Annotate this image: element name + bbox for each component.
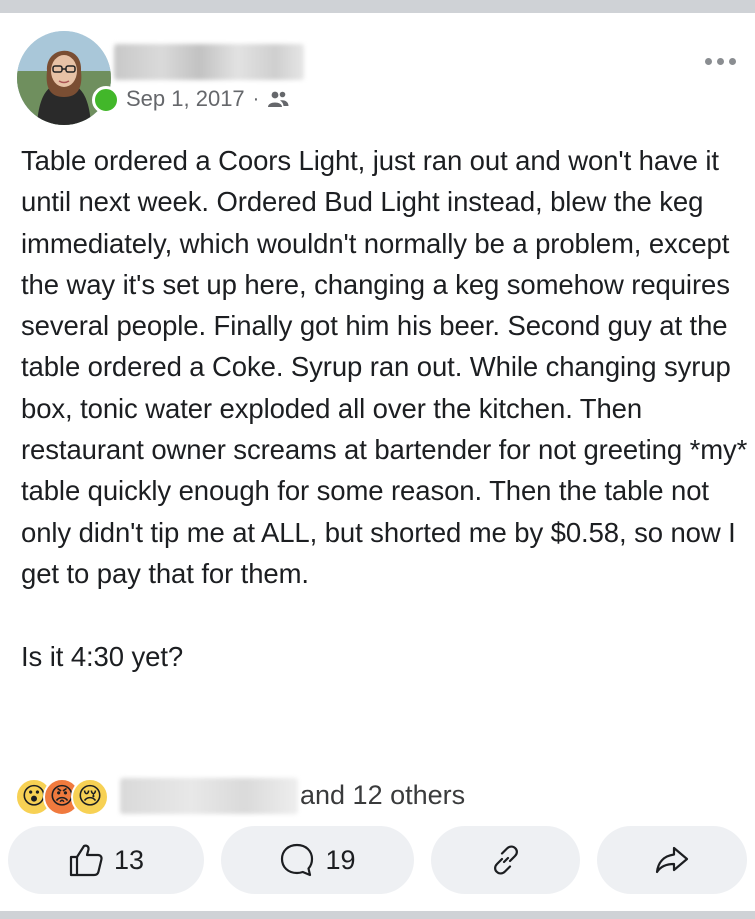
friends-icon[interactable]: [267, 90, 289, 108]
dot-icon: [728, 57, 736, 65]
post-body: Table ordered a Coors Light, just ran ou…: [21, 140, 749, 677]
share-arrow-icon: [655, 846, 689, 874]
more-options-button[interactable]: [700, 50, 740, 72]
thumbs-up-icon: [69, 844, 103, 877]
post-paragraph: Table ordered a Coors Light, just ran ou…: [21, 145, 748, 589]
dot-icon: [704, 57, 712, 65]
dot-icon: [716, 57, 724, 65]
post-date[interactable]: Sep 1, 2017: [126, 86, 245, 112]
post-paragraph: Is it 4:30 yet?: [21, 640, 184, 672]
share-button[interactable]: [597, 826, 747, 894]
comment-bubble-icon: [281, 843, 314, 877]
reaction-summary[interactable]: 😮 😡 😢: [15, 778, 109, 816]
meta-separator: ·: [252, 87, 260, 110]
bottom-divider: [0, 911, 755, 919]
link-icon: [493, 845, 518, 875]
like-button[interactable]: 13: [8, 826, 204, 894]
comment-count: 19: [325, 844, 356, 875]
copy-link-button[interactable]: [431, 826, 580, 894]
comment-button[interactable]: 19: [221, 826, 414, 894]
like-count: 13: [113, 844, 145, 875]
reaction-others-count[interactable]: and 12 others: [300, 780, 465, 811]
reactor-name-redacted: [120, 778, 298, 814]
top-divider: [0, 0, 755, 13]
author-name-redacted[interactable]: [114, 44, 304, 80]
post-meta: Sep 1, 2017 ·: [126, 85, 289, 113]
online-status-dot: [92, 86, 120, 114]
sad-reaction-icon: 😢: [71, 778, 109, 816]
